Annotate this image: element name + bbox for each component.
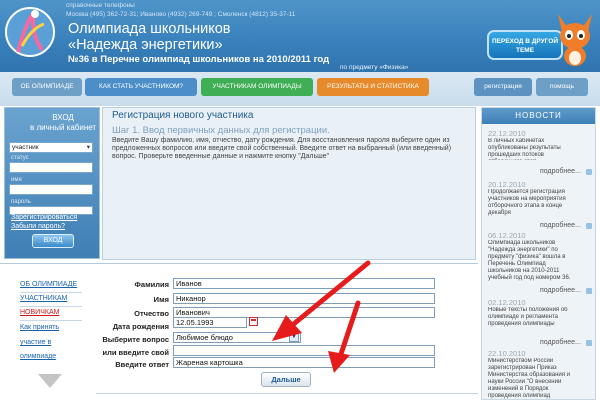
- site-title-line3: №36 в Перечне олимпиад школьников на 201…: [68, 54, 330, 65]
- register-link[interactable]: Зарегистрироваться: [11, 214, 77, 221]
- birth-date-label: Дата рождения: [112, 322, 169, 331]
- registration-description: Введите Вашу фамилию, имя, отчество, дат…: [112, 137, 452, 160]
- registration-title: Регистрация нового участника: [112, 110, 254, 121]
- registration-step: Шаг 1. Ввод первичных данных для регистр…: [112, 125, 330, 136]
- role-select[interactable]: участник ▾: [9, 142, 93, 153]
- tab-registration[interactable]: регистрация: [474, 78, 532, 96]
- custom-question-label: или введите свой: [102, 348, 169, 357]
- chevron-down-icon: ▾: [86, 144, 90, 151]
- news-date: 06.12.2010: [488, 231, 526, 240]
- more-bullet-icon: [586, 223, 592, 229]
- tab-about-label: ОБ ОЛИМПИАДЕ: [20, 83, 74, 90]
- surname-label: Фамилия: [134, 280, 169, 289]
- news-more-link[interactable]: подробнее...: [540, 339, 581, 346]
- login-title: ВХОД в личный кабинет: [30, 113, 97, 132]
- name-label: имя: [11, 177, 22, 183]
- left-menu-how-to-participate[interactable]: Как принять: [20, 324, 59, 331]
- fox-mascot-icon: [558, 14, 592, 66]
- left-menu-about[interactable]: ОБ ОЛИМПИАДЕ: [20, 281, 77, 288]
- role-select-value: участник: [12, 144, 39, 151]
- status-field[interactable]: [9, 162, 93, 173]
- scroll-down-icon[interactable]: [38, 374, 62, 388]
- left-menu-how-to-participate-2[interactable]: участие в: [20, 339, 51, 346]
- news-date: 22.12.2010: [488, 129, 526, 138]
- more-bullet-icon: [586, 169, 592, 175]
- menu-divider: [20, 320, 82, 321]
- tab-registration-label: регистрация: [484, 83, 522, 90]
- patronymic-label: Отчество: [134, 309, 169, 318]
- tab-participants-label: УЧАСТНИКАМ ОЛИМПИАДЫ: [212, 83, 302, 90]
- news-text: Олимпиада школьников "Надежда энергетики…: [488, 240, 571, 281]
- red-arrows-annotation: [272, 260, 371, 373]
- left-menu-how-to-participate-3[interactable]: олимпиаде: [20, 353, 56, 360]
- phones-info: справочные телефоны Москва (495) 362-72-…: [66, 1, 295, 19]
- news-more-link[interactable]: подробнее...: [540, 168, 581, 175]
- login-button[interactable]: ВХОД: [32, 234, 74, 248]
- menu-divider: [20, 306, 82, 307]
- left-menu-participants[interactable]: УЧАСТНИКАМ: [20, 295, 67, 302]
- olympiad-logo[interactable]: [4, 2, 56, 70]
- first-name-label: Имя: [153, 295, 169, 304]
- tab-how-to-join-label: КАК СТАТЬ УЧАСТНИКОМ?: [98, 83, 184, 90]
- news-more-link[interactable]: подробнее...: [540, 287, 581, 294]
- news-text: Новые тексты положения об олимпиаде и ре…: [488, 307, 568, 327]
- form-divider: [96, 393, 478, 394]
- news-heading: НОВОСТИ: [482, 108, 595, 124]
- news-date: 20.12.2010: [488, 180, 526, 189]
- tab-help[interactable]: помощь: [536, 78, 588, 96]
- more-bullet-icon: [586, 288, 592, 294]
- site-title-line2: «Надежда энергетики»: [68, 37, 223, 53]
- section-divider: [0, 263, 478, 264]
- news-date: 22.10.2010: [488, 349, 526, 358]
- birth-date-field[interactable]: [173, 317, 247, 328]
- status-label: статус: [11, 155, 29, 161]
- subject-label: по предмету «Физика»: [340, 64, 409, 71]
- site-title-line1: Олимпиада школьников: [68, 21, 231, 37]
- phones-numbers: Москва (495) 362-72-31; Иваново (4932) 2…: [66, 11, 296, 18]
- tab-results-label: РЕЗУЛЬТАТЫ И СТАТИСТИКА: [327, 83, 419, 90]
- tab-help-label: помощь: [550, 83, 574, 90]
- news-text: Министерством России зарегистрирован При…: [488, 358, 571, 399]
- tab-results[interactable]: РЕЗУЛЬТАТЫ И СТАТИСТИКА: [317, 78, 429, 96]
- password-label: пароль: [11, 199, 31, 205]
- news-text: Продолжается регистрация участников на м…: [488, 189, 566, 216]
- tab-how-to-join[interactable]: КАК СТАТЬ УЧАСТНИКОМ?: [85, 78, 197, 96]
- news-date: 02.12.2010: [488, 298, 526, 307]
- tab-participants[interactable]: УЧАСТНИКАМ ОЛИМПИАДЫ: [201, 78, 313, 96]
- forgot-password-link[interactable]: Забыли пароль?: [11, 223, 65, 230]
- question-label: Выберите вопрос: [102, 335, 169, 344]
- tab-about[interactable]: ОБ ОЛИМПИАДЕ: [12, 78, 82, 96]
- answer-label: Введите ответ: [115, 360, 169, 369]
- left-menu-newcomers[interactable]: НОВИЧКАМ: [20, 309, 59, 316]
- menu-divider: [20, 292, 82, 293]
- name-field[interactable]: [9, 184, 93, 195]
- phones-caption: справочные телефоны: [66, 2, 135, 9]
- more-bullet-icon: [586, 340, 592, 346]
- news-more-link[interactable]: подробнее...: [540, 222, 581, 229]
- news-text: В личных кабинетах опубликованы результа…: [488, 138, 561, 160]
